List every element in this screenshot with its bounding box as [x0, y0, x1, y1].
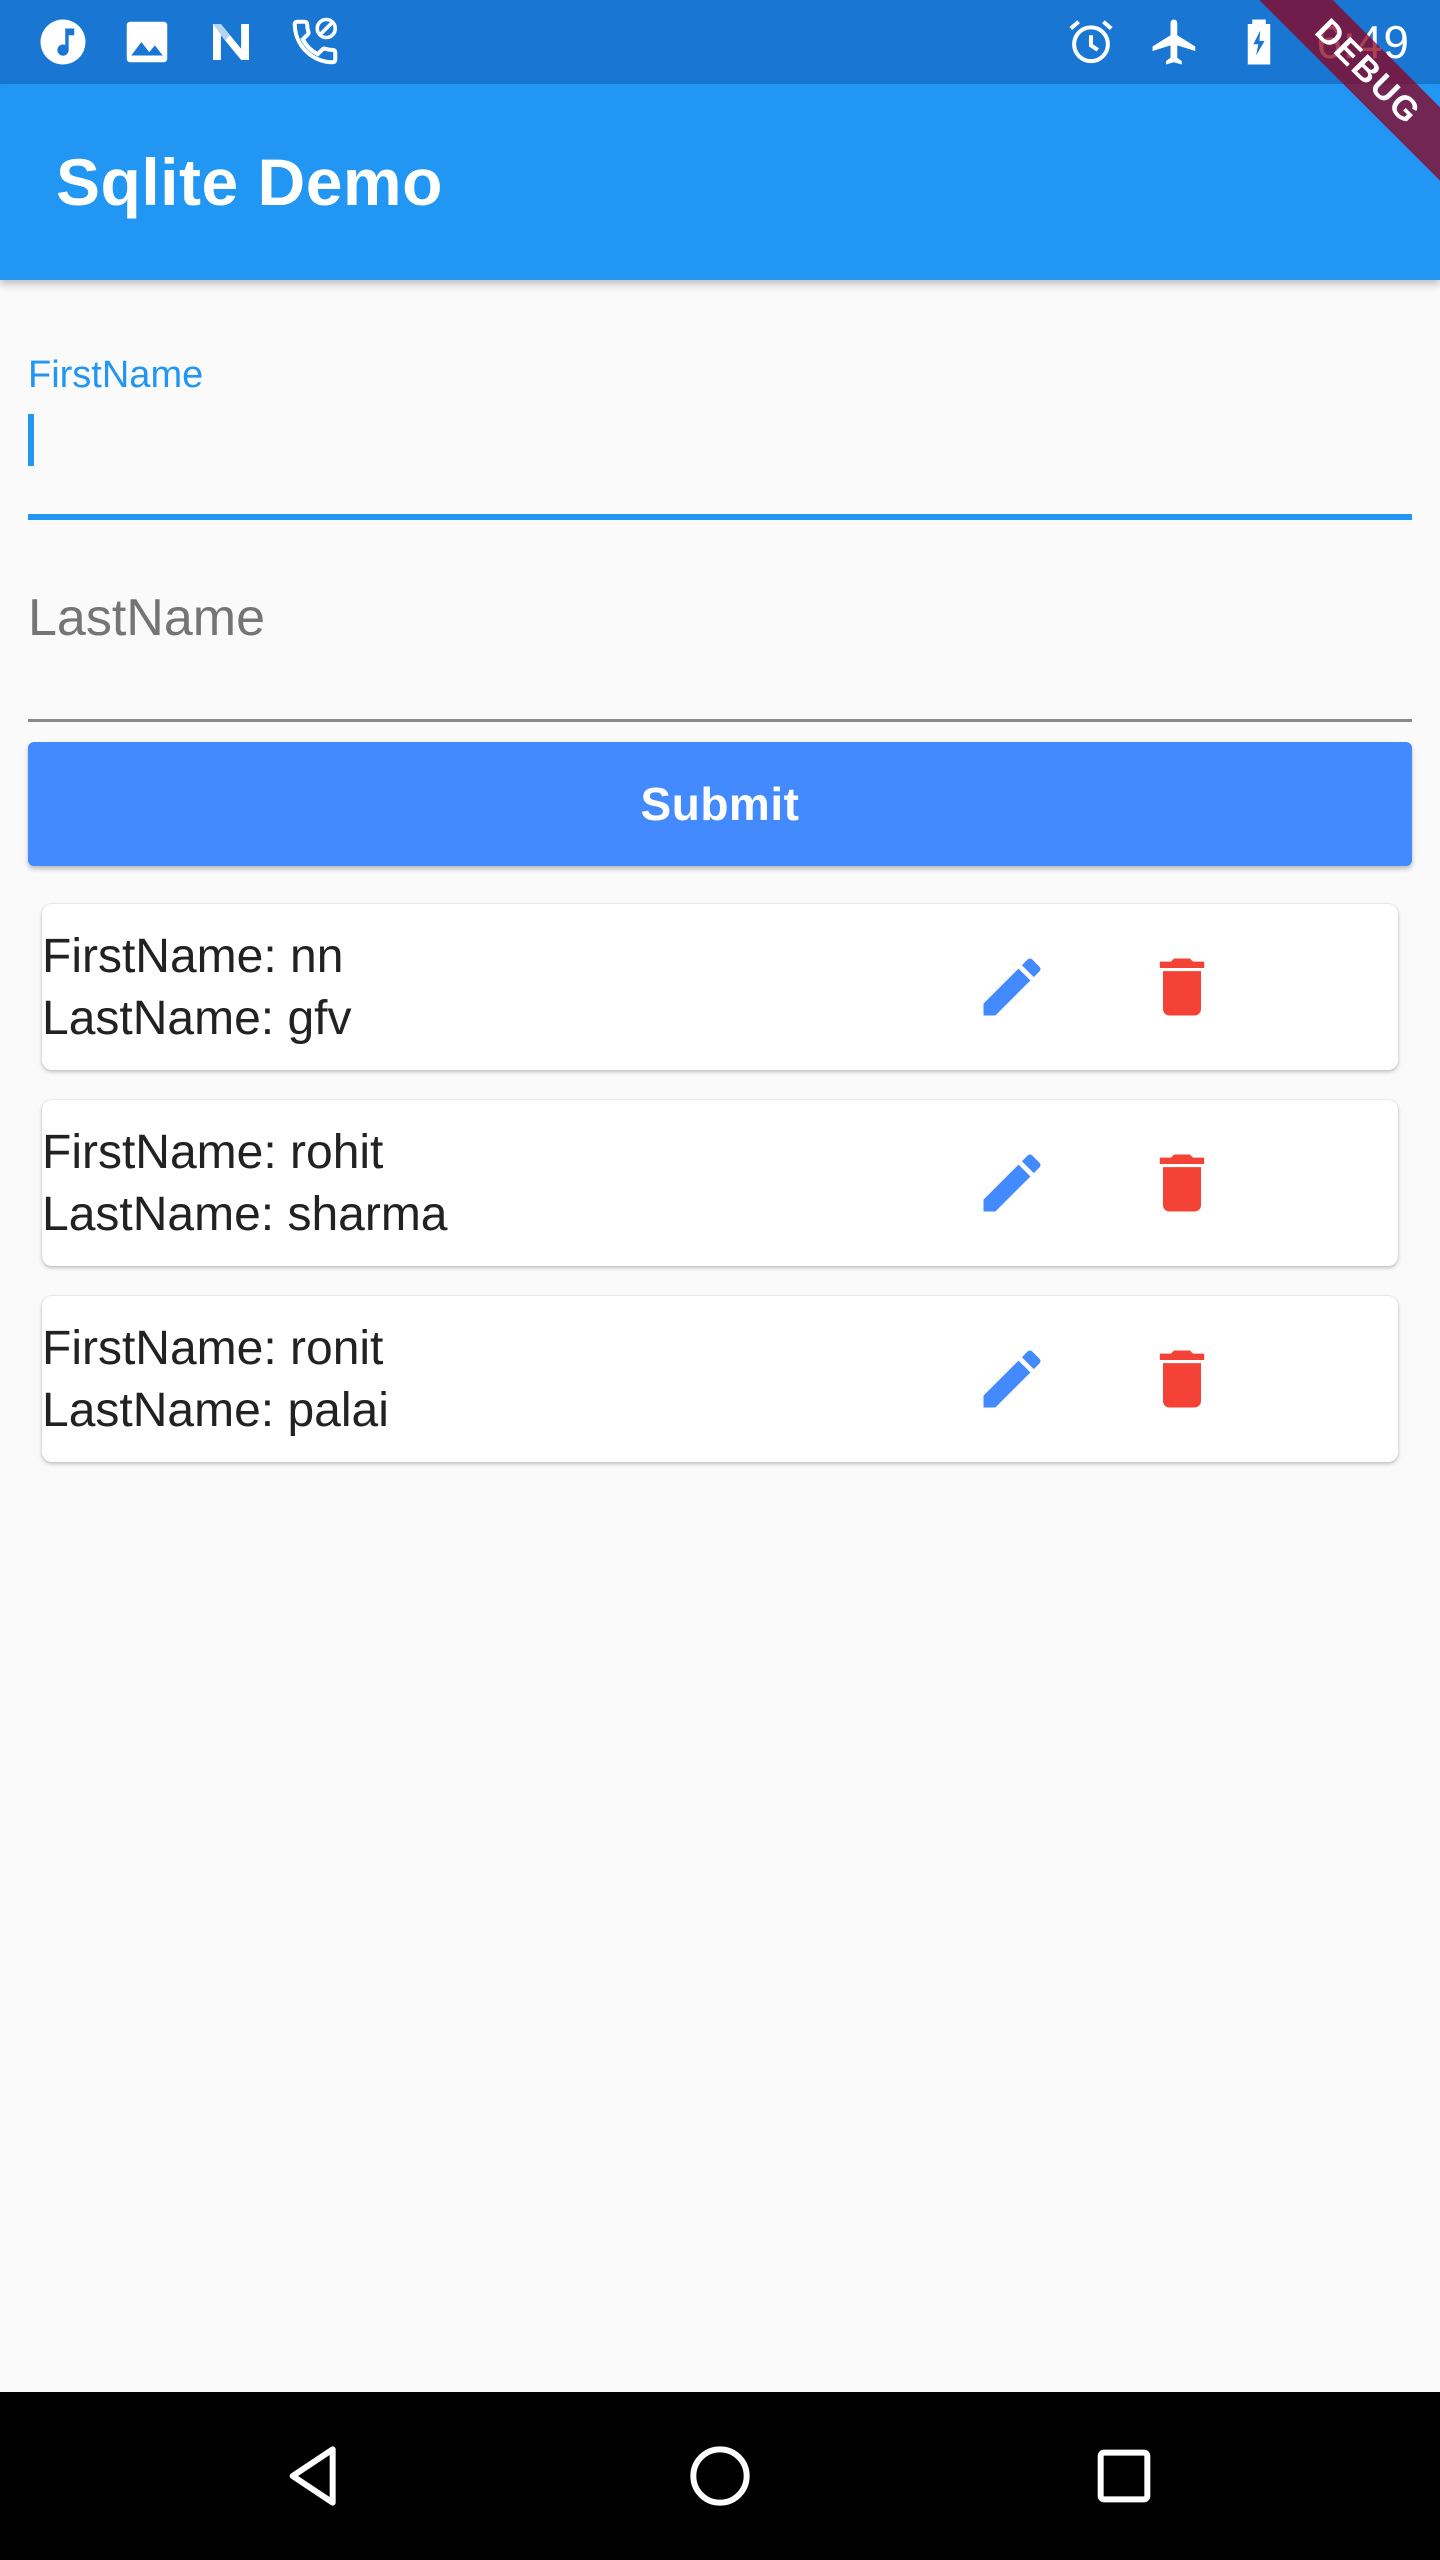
first-name-field[interactable]: FirstName — [28, 340, 1412, 520]
record-last-name: LastName: gfv — [42, 992, 352, 1045]
record-card: FirstName: rohit LastName: sharma — [42, 1100, 1398, 1266]
alarm-icon — [1064, 15, 1118, 69]
status-bar: 6:49 — [0, 0, 1440, 84]
record-first-name: FirstName: nn — [42, 930, 344, 983]
navigation-bar — [0, 2392, 1440, 2560]
submit-button[interactable]: Submit — [28, 742, 1412, 866]
battery-charging-icon — [1232, 15, 1286, 69]
delete-trash-icon — [1159, 958, 1205, 1016]
delete-button[interactable] — [1132, 937, 1232, 1037]
recents-icon — [1097, 2449, 1151, 2503]
page-title: Sqlite Demo — [56, 145, 443, 219]
record-text: FirstName: rohit LastName: sharma — [42, 1122, 448, 1246]
record-last-name: LastName: sharma — [42, 1188, 448, 1241]
last-name-field[interactable]: LastName — [28, 560, 1412, 722]
first-name-underline — [28, 514, 1412, 520]
delete-trash-icon — [1159, 1350, 1205, 1408]
music-note-icon — [36, 15, 90, 69]
edit-pencil-icon — [983, 1350, 1041, 1408]
edit-button[interactable] — [962, 1329, 1062, 1429]
image-icon — [120, 15, 174, 69]
delete-trash-icon — [1159, 1154, 1205, 1212]
text-cursor — [28, 414, 34, 466]
delete-button[interactable] — [1132, 1133, 1232, 1233]
last-name-placeholder: LastName — [28, 589, 265, 647]
first-name-label: FirstName — [28, 354, 204, 396]
edit-button[interactable] — [962, 937, 1062, 1037]
record-first-name: FirstName: ronit — [42, 1322, 384, 1375]
last-name-underline — [28, 719, 1412, 722]
record-card: FirstName: ronit LastName: palai — [42, 1296, 1398, 1462]
edit-pencil-icon — [983, 1154, 1041, 1212]
status-bar-notifications — [36, 15, 342, 69]
delete-button[interactable] — [1132, 1329, 1232, 1429]
record-last-name: LastName: palai — [42, 1384, 389, 1437]
status-bar-time: 6:49 — [1316, 16, 1410, 68]
airplane-icon — [1148, 15, 1202, 69]
nav-back-button[interactable] — [266, 2426, 366, 2526]
n-logo-icon — [204, 15, 258, 69]
record-card: FirstName: nn LastName: gfv — [42, 904, 1398, 1070]
record-text: FirstName: ronit LastName: palai — [42, 1318, 389, 1442]
nav-recents-button[interactable] — [1074, 2426, 1174, 2526]
status-bar-system: 6:49 — [1064, 15, 1410, 69]
app-screen: 6:49 Sqlite Demo DEBUG FirstName LastNam… — [0, 0, 1440, 2560]
record-text: FirstName: nn LastName: gfv — [42, 926, 351, 1050]
back-icon — [289, 2446, 336, 2506]
phone-blocked-icon — [288, 15, 342, 69]
edit-pencil-icon — [983, 958, 1041, 1016]
home-icon — [690, 2446, 750, 2506]
nav-home-button[interactable] — [670, 2426, 770, 2526]
edit-button[interactable] — [962, 1133, 1062, 1233]
record-first-name: FirstName: rohit — [42, 1126, 384, 1179]
app-bar: Sqlite Demo — [0, 84, 1440, 280]
